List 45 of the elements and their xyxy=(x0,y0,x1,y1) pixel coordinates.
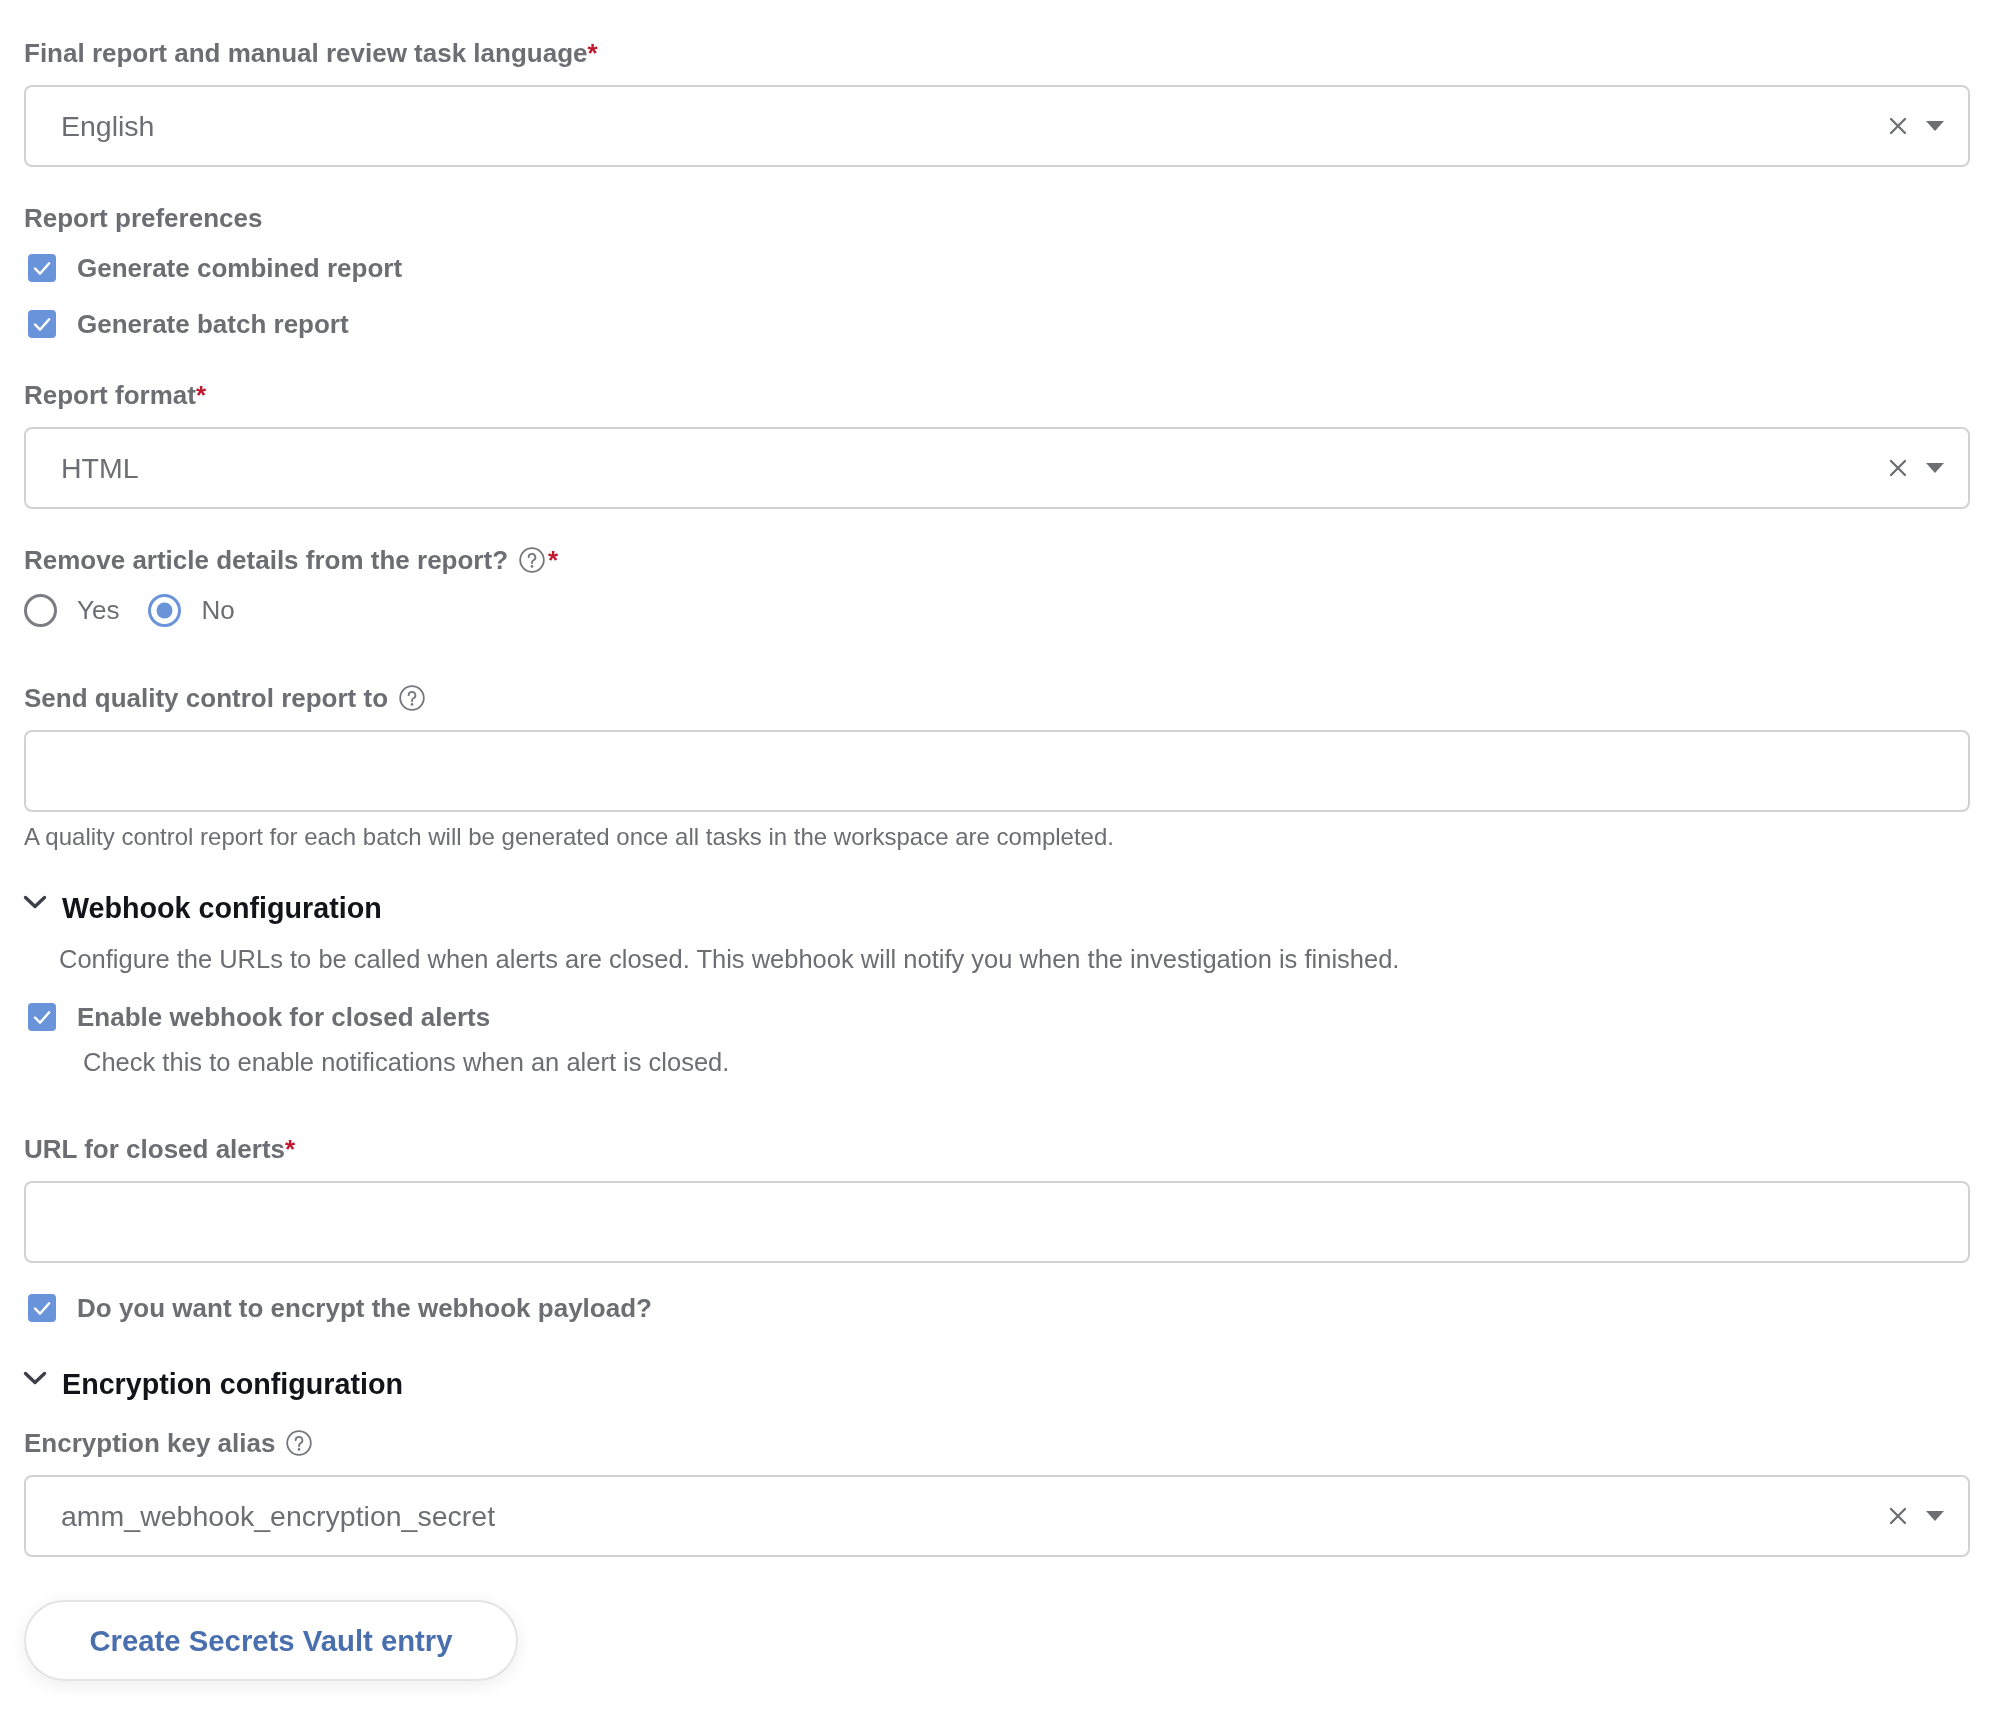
required-mark: * xyxy=(587,37,598,69)
radio-button[interactable] xyxy=(24,593,57,627)
dropdown-field[interactable]: HTML xyxy=(24,427,1970,509)
help-icon[interactable] xyxy=(519,547,546,573)
help-icon[interactable] xyxy=(399,685,425,711)
checkbox-label[interactable]: Enable webhook for closed alerts xyxy=(77,997,491,1037)
checkbox-description: Check this to enable notifications when an alert is closed. xyxy=(82,1047,731,1077)
field-label: Send quality control report to xyxy=(24,682,388,714)
text-input[interactable] xyxy=(24,1181,1970,1263)
checked-checkbox[interactable] xyxy=(28,1294,56,1322)
caret-down-icon[interactable] xyxy=(1926,121,1944,131)
section-title: Encryption configuration xyxy=(62,1367,404,1402)
required-mark: * xyxy=(195,379,207,411)
checkbox-label[interactable]: Generate batch report xyxy=(77,304,349,344)
caret-down-icon[interactable] xyxy=(1926,463,1944,473)
dropdown-field[interactable]: English xyxy=(24,85,1970,167)
text-input[interactable] xyxy=(24,730,1970,812)
clear-icon[interactable] xyxy=(1889,117,1907,135)
create-entry-button[interactable]: Create Secrets Vault entry xyxy=(24,1600,518,1681)
radio-label[interactable]: No xyxy=(201,590,235,630)
section-title: Webhook configuration xyxy=(62,891,382,926)
checkbox-label[interactable]: Do you want to encrypt the webhook payload? xyxy=(77,1288,652,1328)
checked-checkbox[interactable] xyxy=(28,1003,56,1031)
caret-down-icon[interactable] xyxy=(1926,1511,1944,1521)
section-description: Configure the URLs to be called when alerts are closed. This webhook will notify you when the investigation is finished. xyxy=(58,944,1401,974)
field-label: Final report and manual review task language xyxy=(24,37,588,69)
help-text: A quality control report for each batch will be generated once all tasks in the workspace are completed. xyxy=(24,822,1115,852)
checkbox-label[interactable]: Generate combined report xyxy=(77,248,403,288)
field-label: Report format xyxy=(24,379,196,411)
radio-label[interactable]: Yes xyxy=(77,590,120,630)
checked-checkbox[interactable] xyxy=(28,254,56,282)
dropdown-field[interactable]: amm_webhook_encryption_secret xyxy=(24,1475,1970,1557)
clear-icon[interactable] xyxy=(1889,459,1907,477)
required-mark: * xyxy=(285,1133,296,1165)
selected-radio-button[interactable] xyxy=(148,593,182,627)
chevron-down-icon[interactable] xyxy=(23,895,47,910)
checked-checkbox[interactable] xyxy=(28,310,56,338)
required-mark: * xyxy=(548,544,559,576)
clear-icon[interactable] xyxy=(1889,1507,1907,1525)
field-label: Report preferences xyxy=(24,202,263,234)
help-icon[interactable] xyxy=(286,1430,313,1456)
chevron-down-icon[interactable] xyxy=(23,1371,47,1386)
field-label: URL for closed alerts xyxy=(24,1133,286,1165)
field-label: Encryption key alias xyxy=(24,1427,276,1459)
field-label: Remove article details from the report? xyxy=(24,544,509,576)
